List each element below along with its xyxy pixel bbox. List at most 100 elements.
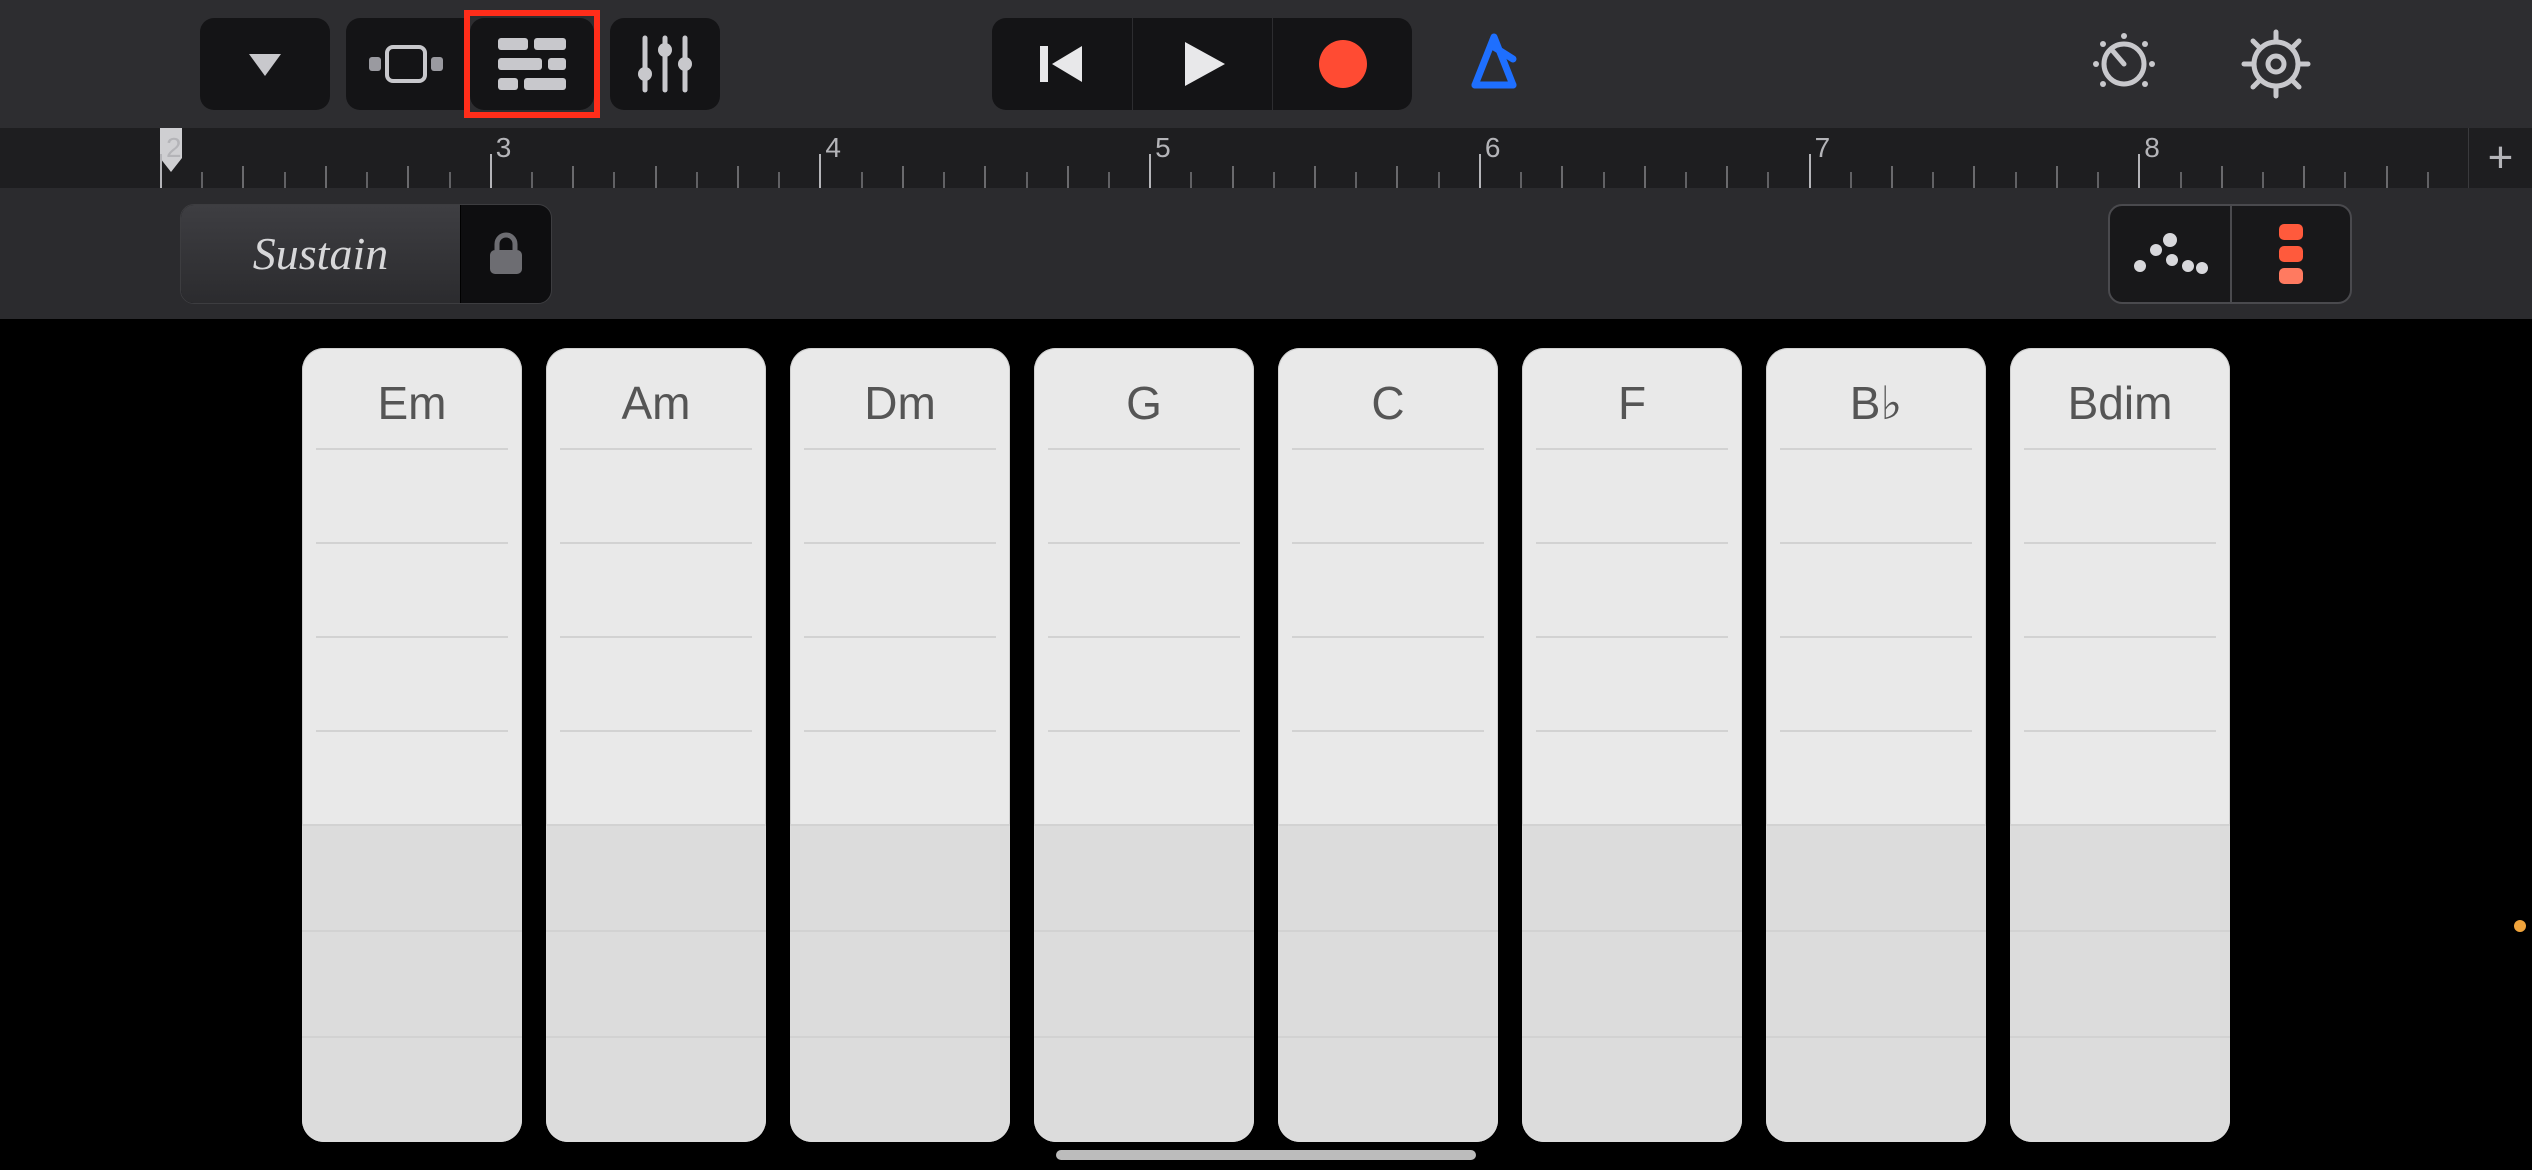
chord-voicing-pad[interactable] bbox=[1034, 544, 1254, 636]
chord-voicing-pad[interactable] bbox=[1278, 544, 1498, 636]
song-settings-button[interactable] bbox=[2230, 18, 2322, 110]
plus-icon: + bbox=[2488, 133, 2514, 183]
instrument-info-button[interactable] bbox=[2078, 18, 2170, 110]
go-to-beginning-button[interactable] bbox=[992, 18, 1132, 110]
chord-strip[interactable]: B♭ bbox=[1766, 348, 1986, 1142]
chord-bass-pad[interactable] bbox=[546, 824, 766, 930]
ruler-bar-label: 4 bbox=[825, 132, 841, 164]
chord-voicing-pad[interactable] bbox=[1766, 638, 1986, 730]
chord-bass-pad[interactable] bbox=[1278, 930, 1498, 1036]
chord-voicing-pad[interactable] bbox=[546, 638, 766, 730]
chord-voicing-pad[interactable] bbox=[1034, 732, 1254, 824]
chord-bass-pad[interactable] bbox=[1034, 824, 1254, 930]
chord-strip[interactable]: Dm bbox=[790, 348, 1010, 1142]
gear-icon bbox=[2240, 28, 2312, 100]
chord-voicing-pad[interactable] bbox=[2010, 638, 2230, 730]
chord-voicing-pad[interactable] bbox=[302, 732, 522, 824]
chord-bass-pad[interactable] bbox=[790, 930, 1010, 1036]
transport-controls bbox=[992, 18, 1412, 110]
autoplay-icon bbox=[2130, 230, 2210, 278]
chord-voicing-pad[interactable] bbox=[302, 638, 522, 730]
sustain-control: Sustain bbox=[180, 204, 552, 304]
chord-voicing-pad[interactable] bbox=[1034, 450, 1254, 542]
chord-bass-pad[interactable] bbox=[2010, 930, 2230, 1036]
note-view-icon bbox=[369, 39, 447, 89]
ruler-bar-label: 6 bbox=[1485, 132, 1501, 164]
chord-voicing-pad[interactable] bbox=[1522, 732, 1742, 824]
chord-voicing-pad[interactable] bbox=[1278, 450, 1498, 542]
ruler-bar-label: 8 bbox=[2144, 132, 2160, 164]
play-button[interactable] bbox=[1132, 18, 1272, 110]
note-view-button[interactable] bbox=[346, 18, 470, 110]
sustain-button[interactable]: Sustain bbox=[181, 205, 461, 303]
chord-bass-pad[interactable] bbox=[1278, 1036, 1498, 1142]
chord-voicing-pad[interactable] bbox=[790, 638, 1010, 730]
chord-bass-pad[interactable] bbox=[1766, 824, 1986, 930]
chord-bass-pad[interactable] bbox=[546, 930, 766, 1036]
chord-bass-pad[interactable] bbox=[1034, 1036, 1254, 1142]
chord-voicing-pad[interactable] bbox=[2010, 732, 2230, 824]
chord-voicing-pad[interactable] bbox=[1766, 732, 1986, 824]
chord-voicing-pad[interactable] bbox=[1766, 450, 1986, 542]
track-controls-button[interactable] bbox=[610, 18, 720, 110]
chord-voicing-pad[interactable] bbox=[1034, 638, 1254, 730]
chord-voicing-pad[interactable] bbox=[790, 544, 1010, 636]
chord-voicing-pad[interactable] bbox=[546, 450, 766, 542]
metronome-icon bbox=[1461, 31, 1527, 97]
chord-voicing-pad[interactable] bbox=[546, 732, 766, 824]
chord-strip[interactable]: C bbox=[1278, 348, 1498, 1142]
chord-label: Am bbox=[546, 348, 766, 448]
chord-strip[interactable]: G bbox=[1034, 348, 1254, 1142]
metronome-button[interactable] bbox=[1448, 18, 1540, 110]
home-indicator bbox=[1056, 1150, 1476, 1160]
chord-bass-pad[interactable] bbox=[1522, 824, 1742, 930]
add-section-button[interactable]: + bbox=[2468, 128, 2532, 188]
chord-voicing-pad[interactable] bbox=[1278, 638, 1498, 730]
sustain-lock-button[interactable] bbox=[461, 205, 551, 303]
chord-voicing-pad[interactable] bbox=[302, 450, 522, 542]
chord-bass-pad[interactable] bbox=[1766, 930, 1986, 1036]
chord-bass-pad[interactable] bbox=[1766, 1036, 1986, 1142]
chord-voicing-pad[interactable] bbox=[1278, 732, 1498, 824]
chord-bass-pad[interactable] bbox=[546, 1036, 766, 1142]
instrument-bar: Sustain bbox=[0, 188, 2532, 320]
ruler-bar-label: 7 bbox=[1815, 132, 1831, 164]
chord-bass-pad[interactable] bbox=[2010, 824, 2230, 930]
chord-label: C bbox=[1278, 348, 1498, 448]
chord-bass-pad[interactable] bbox=[2010, 1036, 2230, 1142]
record-button[interactable] bbox=[1272, 18, 1412, 110]
chord-strip[interactable]: Em bbox=[302, 348, 522, 1142]
chord-bass-pad[interactable] bbox=[790, 1036, 1010, 1142]
chord-voicing-pad[interactable] bbox=[1522, 450, 1742, 542]
chord-strip[interactable]: Bdim bbox=[2010, 348, 2230, 1142]
track-view-button[interactable] bbox=[470, 18, 594, 110]
timeline-ruler[interactable]: 2345678 bbox=[160, 128, 2468, 188]
chord-bass-pad[interactable] bbox=[1522, 1036, 1742, 1142]
lock-icon bbox=[486, 230, 526, 278]
chord-bass-pad[interactable] bbox=[790, 824, 1010, 930]
chord-strip[interactable]: Am bbox=[546, 348, 766, 1142]
chord-strip[interactable]: F bbox=[1522, 348, 1742, 1142]
chord-row: EmAmDmGCFB♭Bdim bbox=[302, 320, 2230, 1170]
chord-voicing-pad[interactable] bbox=[2010, 544, 2230, 636]
chord-label: G bbox=[1034, 348, 1254, 448]
chord-strips-view-button[interactable] bbox=[2230, 206, 2350, 302]
chord-bass-pad[interactable] bbox=[302, 824, 522, 930]
top-toolbar bbox=[0, 0, 2532, 128]
instrument-browser-button[interactable] bbox=[200, 18, 330, 110]
chord-bass-pad[interactable] bbox=[302, 930, 522, 1036]
chord-bass-pad[interactable] bbox=[302, 1036, 522, 1142]
chord-bass-pad[interactable] bbox=[1278, 824, 1498, 930]
autoplay-view-button[interactable] bbox=[2110, 206, 2230, 302]
chord-voicing-pad[interactable] bbox=[1522, 544, 1742, 636]
chord-voicing-pad[interactable] bbox=[546, 544, 766, 636]
chord-voicing-pad[interactable] bbox=[790, 450, 1010, 542]
chord-voicing-pad[interactable] bbox=[2010, 450, 2230, 542]
chord-voicing-pad[interactable] bbox=[302, 544, 522, 636]
chord-bass-pad[interactable] bbox=[1034, 930, 1254, 1036]
chord-voicing-pad[interactable] bbox=[1522, 638, 1742, 730]
chord-bass-pad[interactable] bbox=[1522, 930, 1742, 1036]
chord-voicing-pad[interactable] bbox=[1766, 544, 1986, 636]
chord-voicing-pad[interactable] bbox=[790, 732, 1010, 824]
ruler-bar-label: 2 bbox=[166, 132, 182, 164]
